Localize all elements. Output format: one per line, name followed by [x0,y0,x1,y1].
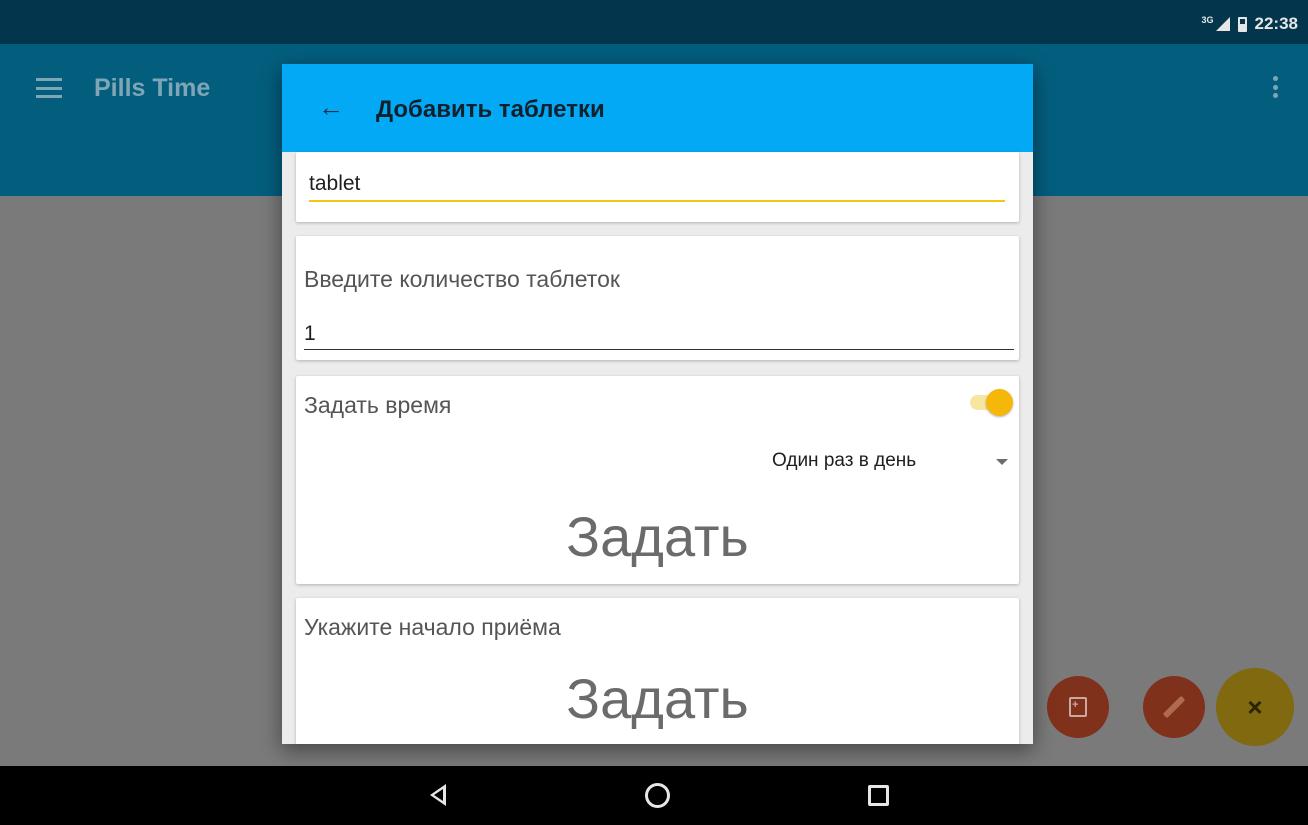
name-card: tablet [296,152,1019,222]
status-time: 22:38 [1254,14,1298,33]
close-icon: × [1247,691,1263,722]
arrow-back-icon[interactable]: ← [318,94,344,120]
more-vert-icon[interactable] [1272,76,1278,98]
set-time-label: Задать время [304,392,452,418]
set-time-button[interactable]: Задать [296,504,1019,569]
battery-icon [1237,16,1247,32]
quantity-underline [304,349,1014,350]
syringe-fab[interactable] [1143,676,1205,738]
add-pills-dialog: ← Добавить таблетки tablet Введите колич… [282,64,1033,744]
nav-home-icon[interactable] [645,783,670,808]
set-start-button[interactable]: Задать [296,666,1019,731]
status-bar: 3G 22:38 [0,0,1308,44]
quantity-card: Введите количество таблеток 1 [296,236,1019,360]
frequency-dropdown[interactable]: Один раз в день [772,450,1012,480]
quantity-label: Введите количество таблеток [304,266,620,292]
add-document-icon [1069,697,1087,717]
start-date-label: Укажите начало приёма [304,614,561,640]
syringe-icon [1162,695,1186,719]
set-time-card: Задать время Один раз в день Задать [296,376,1019,584]
dropdown-arrow-icon [996,459,1008,465]
cell-signal-icon: 3G [1201,15,1230,31]
menu-icon[interactable] [36,78,62,98]
status-indicators: 3G 22:38 [1202,14,1299,34]
navigation-bar [0,766,1308,825]
nav-recents-icon[interactable] [868,785,889,806]
quantity-input[interactable]: 1 [304,322,316,346]
set-time-toggle[interactable] [968,388,1016,416]
dialog-header: ← Добавить таблетки [282,64,1033,152]
app-title: Pills Time [94,74,211,102]
dialog-title: Добавить таблетки [376,96,605,123]
pill-name-input[interactable]: tablet [309,172,360,196]
start-date-card: Укажите начало приёма Задать [296,598,1019,744]
close-fab[interactable]: × [1216,668,1294,746]
pill-name-underline [309,200,1005,202]
network-type: 3G [1201,15,1214,25]
frequency-value: Один раз в день [772,450,917,471]
add-document-fab[interactable] [1047,676,1109,738]
